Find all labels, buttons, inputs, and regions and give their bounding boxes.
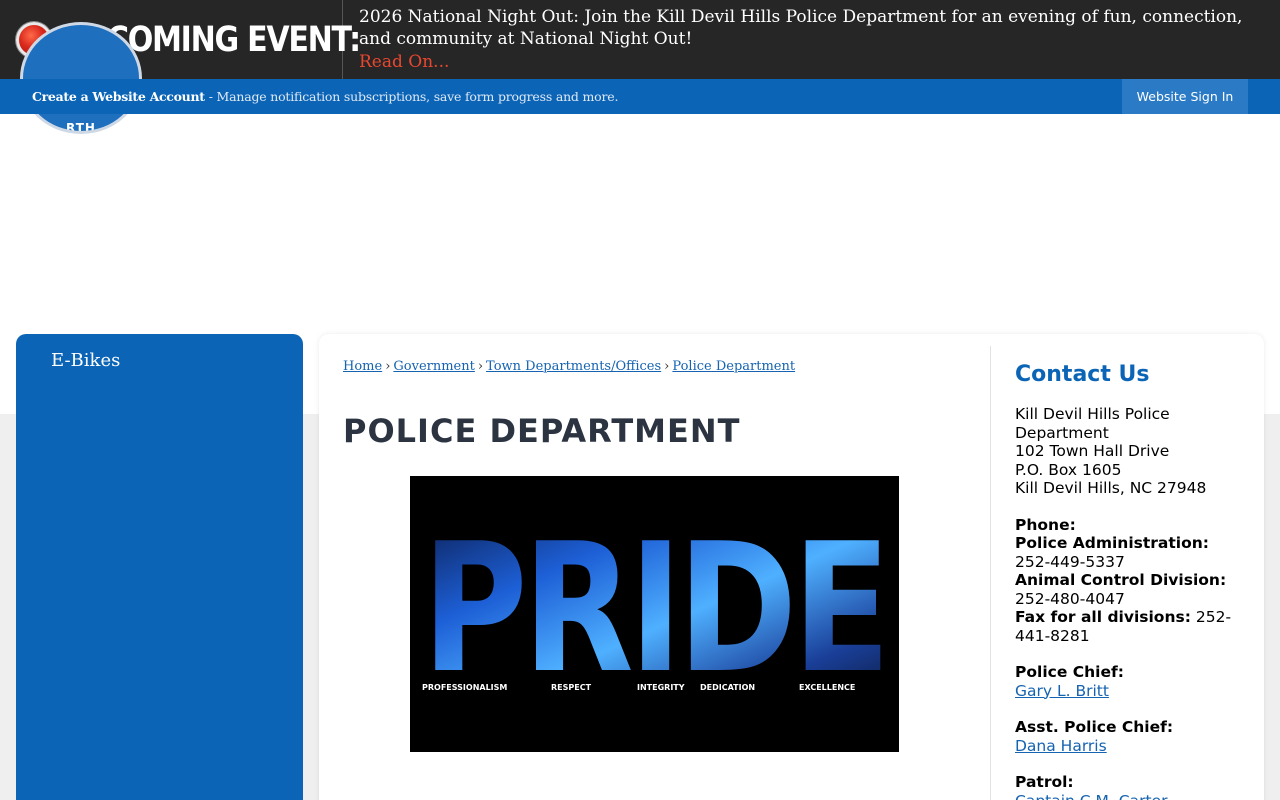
pride-banner-image: PRIDE PROFESSIONALISM RESPECT INTEGRITY … — [410, 476, 899, 752]
breadcrumb-separator: › — [477, 359, 484, 374]
breadcrumb-separator: › — [664, 359, 670, 374]
create-account-link[interactable]: Create a Website Account — [32, 89, 205, 104]
asst-chief-name-link[interactable]: Dana Harris — [1015, 737, 1107, 755]
value-integrity: INTEGRITY — [637, 683, 685, 692]
breadcrumb-home[interactable]: Home — [343, 359, 382, 374]
address-line: Kill Devil Hills, NC 27948 — [1015, 479, 1207, 497]
emergency-alert-bar: UPCOMING EVENT: 2026 National Night Out:… — [0, 0, 1280, 79]
fax-label: Fax for all divisions: — [1015, 608, 1191, 626]
hero-values: PROFESSIONALISM RESPECT INTEGRITY DEDICA… — [410, 683, 899, 697]
address-line: Kill Devil Hills Police Department — [1015, 405, 1170, 442]
animal-control-phone: 252-480-4047 — [1015, 589, 1125, 608]
town-seal-logo[interactable]: RTH CAROL — [20, 22, 142, 134]
address-line: 102 Town Hall Drive — [1015, 442, 1170, 460]
contact-patrol: Patrol: Captain C.M. Carter — [1015, 773, 1255, 800]
breadcrumb-town-departments[interactable]: Town Departments/Offices — [486, 359, 661, 374]
breadcrumb-government[interactable]: Government — [393, 359, 474, 374]
logo-text: RTH CAROL — [66, 121, 96, 134]
asst-chief-label: Asst. Police Chief: — [1015, 718, 1174, 736]
column-divider — [990, 346, 991, 800]
admin-phone: 252-449-5337 — [1015, 552, 1125, 571]
contact-address: Kill Devil Hills Police Department 102 T… — [1015, 405, 1255, 498]
chief-label: Police Chief: — [1015, 663, 1124, 681]
website-sign-in-button[interactable]: Website Sign In — [1122, 79, 1248, 114]
pride-word: PRIDE — [422, 524, 886, 684]
value-professionalism: PROFESSIONALISM — [422, 683, 508, 692]
alert-text: 2026 National Night Out: Join the Kill D… — [359, 7, 1243, 49]
chief-name-link[interactable]: Gary L. Britt — [1015, 682, 1109, 700]
pride-word-graphic: PRIDE — [422, 524, 889, 684]
contact-asst-chief: Asst. Police Chief: Dana Harris — [1015, 718, 1255, 755]
breadcrumb-separator: › — [385, 359, 391, 374]
patrol-name-link[interactable]: Captain C.M. Carter — [1015, 792, 1167, 800]
value-dedication: DEDICATION — [700, 683, 756, 692]
address-line: P.O. Box 1605 — [1015, 460, 1122, 479]
patrol-label: Patrol: — [1015, 773, 1074, 791]
account-bar: Create a Website Account - Manage notifi… — [0, 79, 1280, 114]
alert-message: 2026 National Night Out: Join the Kill D… — [343, 0, 1280, 79]
admin-label: Police Administration: — [1015, 534, 1209, 552]
page-title: POLICE DEPARTMENT — [343, 412, 741, 450]
breadcrumb-police-department[interactable]: Police Department — [672, 359, 795, 374]
animal-control-label: Animal Control Division: — [1015, 571, 1227, 589]
sidebar-item-e-bikes[interactable]: E-Bikes — [51, 350, 120, 371]
breadcrumb: Home › Government › Town Departments/Offices… — [343, 359, 795, 374]
contact-us-panel: Contact Us Kill Devil Hills Police Depar… — [1015, 360, 1255, 800]
main-content: Home › Government › Town Departments/Offices… — [319, 334, 1264, 800]
sidebar-nav: E-Bikes — [16, 334, 303, 800]
phone-label: Phone: — [1015, 515, 1076, 534]
contact-phones: Phone: Police Administration: 252-449-53… — [1015, 516, 1255, 646]
value-excellence: EXCELLENCE — [799, 683, 856, 692]
alert-read-on-link[interactable]: Read On... — [359, 51, 449, 73]
contact-title: Contact Us — [1015, 362, 1150, 387]
contact-chief: Police Chief: Gary L. Britt — [1015, 663, 1255, 700]
account-description: - Manage notification subscriptions, sav… — [208, 89, 619, 104]
value-respect: RESPECT — [551, 683, 592, 692]
